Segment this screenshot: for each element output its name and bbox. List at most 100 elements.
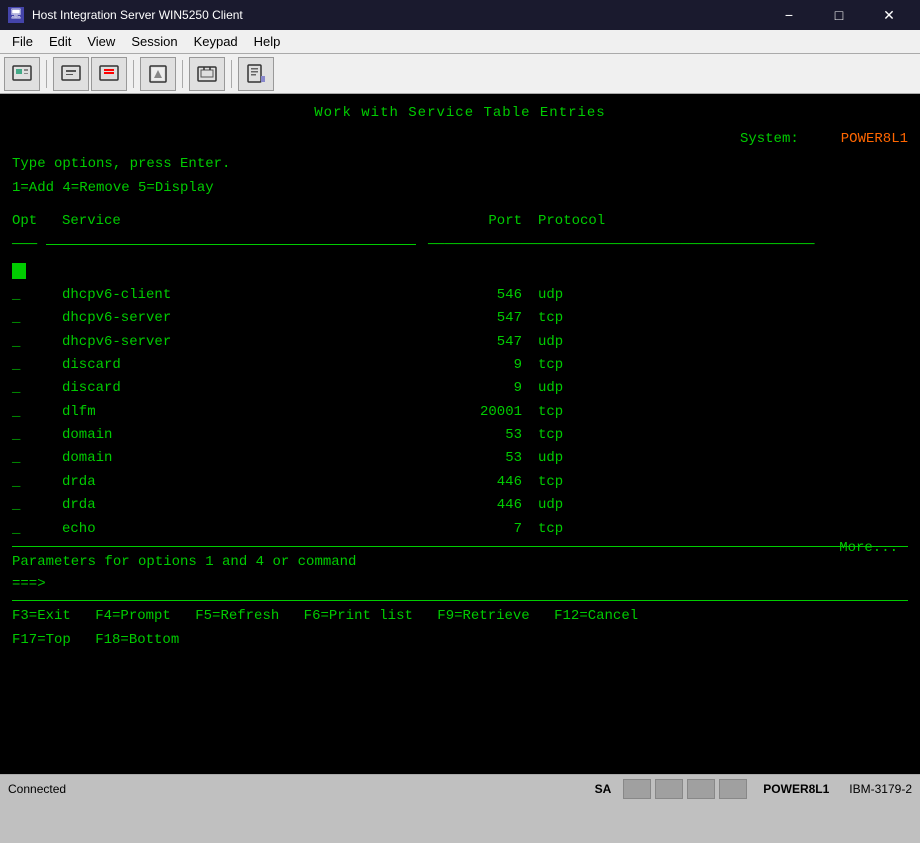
row-port: 7 (442, 518, 522, 540)
fkeys-divider (12, 600, 908, 601)
status-bar: Connected SA POWER8L1 IBM-3179-2 (0, 774, 920, 802)
toolbar-btn-5[interactable] (189, 57, 225, 91)
row-opt: _ (12, 494, 62, 516)
row-service: echo (62, 518, 442, 540)
row-opt: _ (12, 307, 62, 329)
menu-keypad[interactable]: Keypad (186, 30, 246, 53)
header-divider: ─── ────────────────────────────────────… (12, 234, 908, 256)
terminal-area[interactable]: Work with Service Table Entries System: … (0, 94, 920, 774)
fkey-f17[interactable]: F17=Top (12, 632, 71, 648)
maximize-button[interactable]: □ (816, 0, 862, 30)
row-opt: _ (12, 331, 62, 353)
indicator-3 (687, 779, 715, 799)
row-opt: _ (12, 518, 62, 540)
row-service: dhcpv6-server (62, 307, 442, 329)
row-protocol: udp (522, 494, 622, 516)
row-protocol: udp (522, 447, 622, 469)
title-bar: 🖥 Host Integration Server WIN5250 Client… (0, 0, 920, 30)
menu-view[interactable]: View (79, 30, 123, 53)
toolbar-btn-6[interactable] (238, 57, 274, 91)
fkey-f9[interactable]: F9=Retrieve (437, 608, 529, 624)
fkey-f18[interactable]: F18=Bottom (95, 632, 179, 648)
status-indicators (619, 779, 751, 799)
row-service: discard (62, 354, 442, 376)
fkey-f6[interactable]: F6=Print list (304, 608, 413, 624)
app-icon: 🖥 (8, 7, 24, 23)
more-text: More... (839, 537, 898, 559)
row-opt: _ (12, 401, 62, 423)
table-row: _ domain 53 tcp (12, 424, 908, 446)
fkey-f12[interactable]: F12=Cancel (554, 608, 638, 624)
options-line: 1=Add 4=Remove 5=Display (12, 177, 908, 199)
row-port: 547 (442, 307, 522, 329)
column-headers: Opt Service Port Protocol (12, 210, 908, 232)
row-protocol: udp (522, 377, 622, 399)
window-controls: − □ ✕ (766, 0, 912, 30)
table-row: _ discard 9 udp (12, 377, 908, 399)
col-service-header: Service (62, 210, 442, 232)
fkey-f4[interactable]: F4=Prompt (95, 608, 171, 624)
row-service: dhcpv6-server (62, 331, 442, 353)
menu-file[interactable]: File (4, 30, 41, 53)
row-service: domain (62, 424, 442, 446)
toolbar-sep-2 (133, 60, 134, 88)
toolbar-sep-3 (182, 60, 183, 88)
row-opt: _ (12, 471, 62, 493)
toolbar-btn-1[interactable] (4, 57, 40, 91)
table-row: _ domain 53 udp (12, 447, 908, 469)
parameters-line: Parameters for options 1 and 4 or comman… (12, 551, 908, 573)
cursor-row (12, 260, 908, 282)
row-port: 9 (442, 354, 522, 376)
status-system: POWER8L1 (751, 782, 841, 796)
system-value: POWER8L1 (841, 131, 908, 147)
row-port: 547 (442, 331, 522, 353)
menu-help[interactable]: Help (246, 30, 289, 53)
status-connected: Connected (0, 782, 587, 796)
opt-cursor[interactable] (12, 263, 26, 279)
row-protocol: tcp (522, 424, 622, 446)
fkeys-line-2: F17=Top F18=Bottom (12, 629, 908, 651)
params-divider (12, 546, 908, 547)
row-port: 446 (442, 471, 522, 493)
col-port-header: Port (442, 210, 522, 232)
row-port: 446 (442, 494, 522, 516)
status-sa: SA (587, 782, 620, 796)
fkey-f3[interactable]: F3=Exit (12, 608, 71, 624)
toolbar-btn-2[interactable] (53, 57, 89, 91)
row-opt: _ (12, 447, 62, 469)
row-service: drda (62, 494, 442, 516)
table-row: _ dhcpv6-server 547 udp (12, 331, 908, 353)
row-opt: _ (12, 284, 62, 306)
row-port: 53 (442, 424, 522, 446)
toolbar (0, 54, 920, 94)
data-table: _ dhcpv6-client 546 udp _ dhcpv6-server … (12, 284, 908, 540)
window-title: Host Integration Server WIN5250 Client (32, 8, 758, 22)
system-line: System: POWER8L1 (12, 128, 908, 150)
row-opt: _ (12, 424, 62, 446)
row-protocol: tcp (522, 307, 622, 329)
cmd-prompt-line: ===> (12, 573, 908, 595)
row-protocol: tcp (522, 354, 622, 376)
row-opt: _ (12, 354, 62, 376)
indicator-2 (655, 779, 683, 799)
table-row: _ dlfm 20001 tcp (12, 401, 908, 423)
menu-session[interactable]: Session (123, 30, 185, 53)
menu-bar: File Edit View Session Keypad Help (0, 30, 920, 54)
row-protocol: tcp (522, 401, 622, 423)
fkey-f5[interactable]: F5=Refresh (195, 608, 279, 624)
row-service: domain (62, 447, 442, 469)
system-label: System: (740, 131, 799, 147)
terminal-title: Work with Service Table Entries (12, 102, 908, 124)
toolbar-sep-1 (46, 60, 47, 88)
table-row: _ drda 446 tcp (12, 471, 908, 493)
row-service: discard (62, 377, 442, 399)
close-button[interactable]: ✕ (866, 0, 912, 30)
table-row: _ dhcpv6-server 547 tcp (12, 307, 908, 329)
toolbar-btn-4[interactable] (140, 57, 176, 91)
minimize-button[interactable]: − (766, 0, 812, 30)
toolbar-btn-3[interactable] (91, 57, 127, 91)
row-port: 20001 (442, 401, 522, 423)
menu-edit[interactable]: Edit (41, 30, 79, 53)
table-row: _ echo 7 tcp (12, 518, 908, 540)
table-row: _ dhcpv6-client 546 udp (12, 284, 908, 306)
